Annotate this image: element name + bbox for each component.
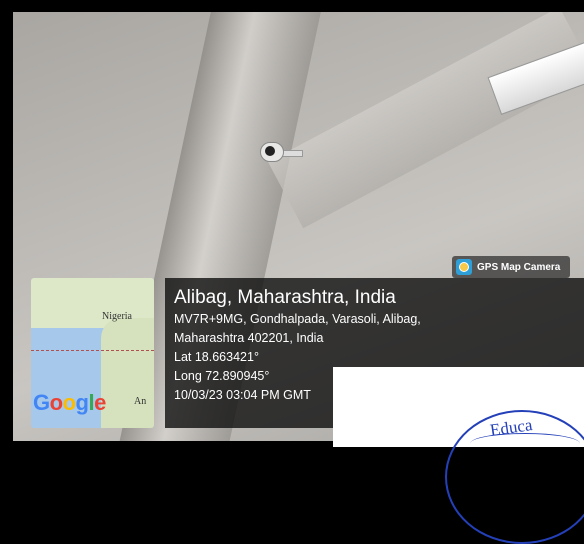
- cctv-camera: [248, 140, 303, 166]
- ceiling-beam-diagonal: [268, 12, 584, 229]
- gps-map-camera-badge: GPS Map Camera: [452, 256, 570, 278]
- map-partial-label: An: [134, 396, 147, 407]
- map-land-east: [101, 318, 154, 428]
- address-line-2: Maharashtra 402201, India: [174, 331, 324, 345]
- map-equator-line: [31, 350, 154, 351]
- latitude: Lat 18.663421°: [174, 350, 259, 364]
- google-logo: Google: [33, 390, 106, 415]
- badge-label: GPS Map Camera: [477, 261, 561, 273]
- address-line-1: MV7R+9MG, Gondhalpada, Varasoli, Alibag,: [174, 312, 421, 326]
- map-country-label: Nigeria: [102, 311, 132, 322]
- mini-map: Nigeria An Google: [31, 278, 154, 428]
- gps-map-camera-icon: [456, 259, 472, 275]
- place-title: Alibag, Maharashtra, India: [174, 287, 396, 308]
